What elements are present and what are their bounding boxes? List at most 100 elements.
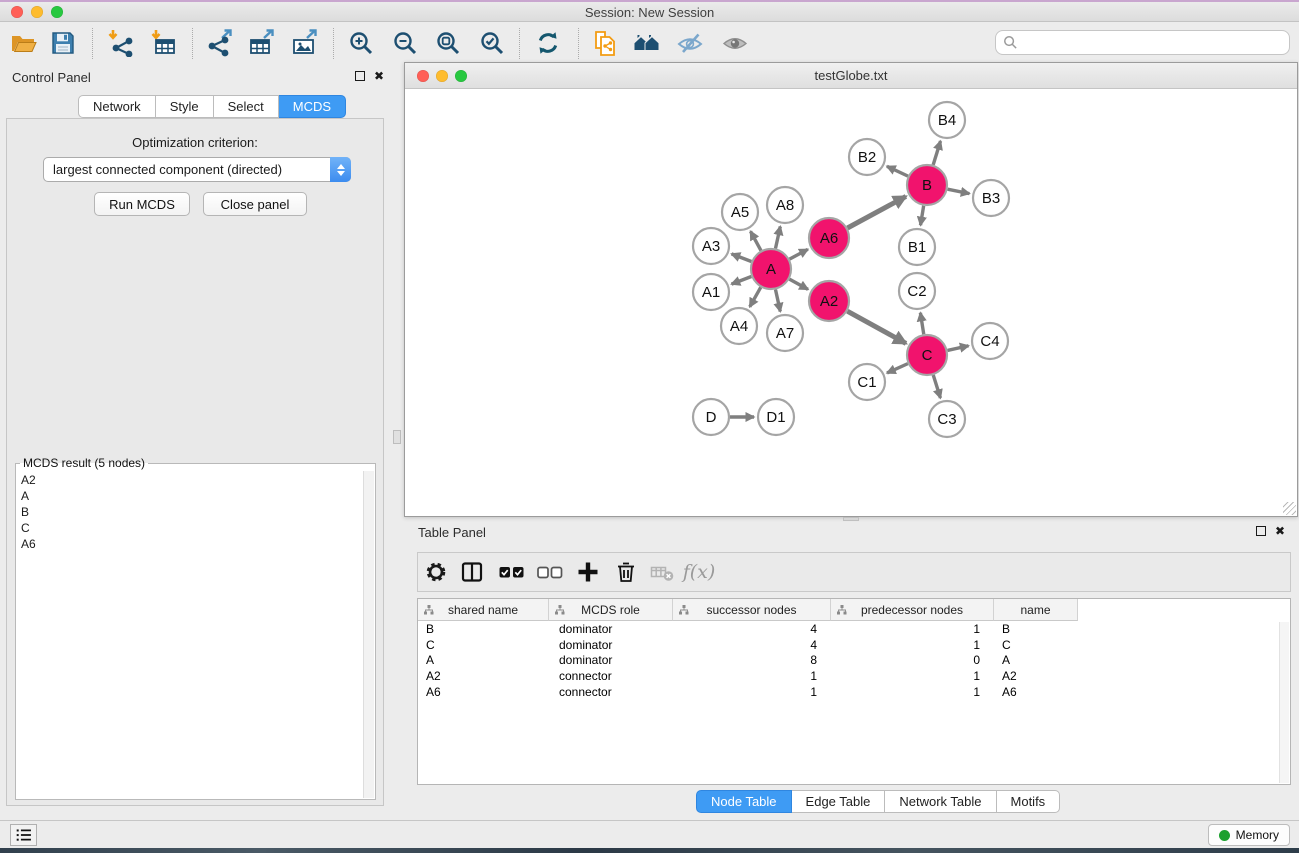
network-documents-icon[interactable] bbox=[590, 28, 620, 58]
graph-edge-A-A4[interactable] bbox=[750, 287, 761, 307]
main-titlebar[interactable]: Session: New Session bbox=[0, 2, 1299, 22]
window-resize-grip[interactable] bbox=[1283, 502, 1296, 515]
tab-edge-table[interactable]: Edge Table bbox=[792, 790, 886, 813]
cell-shared_name[interactable]: B bbox=[418, 622, 549, 636]
column-header-shared-name[interactable]: shared name bbox=[418, 599, 549, 621]
tab-select[interactable]: Select bbox=[214, 95, 279, 118]
table-row[interactable]: Adominator80A bbox=[418, 653, 1290, 669]
task-history-button[interactable] bbox=[10, 824, 37, 846]
cell-successors[interactable]: 8 bbox=[673, 653, 831, 667]
gear-icon[interactable] bbox=[423, 559, 449, 585]
graph-edge-A-A6[interactable] bbox=[790, 249, 808, 259]
criterion-dropdown[interactable]: largest connected component (directed) bbox=[43, 157, 351, 182]
tab-node-table[interactable]: Node Table bbox=[696, 790, 792, 813]
zoom-selected-icon[interactable] bbox=[477, 28, 507, 58]
cell-mcds_role[interactable]: connector bbox=[549, 685, 673, 699]
export-table-icon[interactable] bbox=[246, 28, 276, 58]
graph-edge-B-B3[interactable] bbox=[948, 189, 970, 193]
refresh-icon[interactable] bbox=[533, 28, 563, 58]
graph-edge-A6-B[interactable] bbox=[847, 196, 905, 228]
cell-shared_name[interactable]: C bbox=[418, 638, 549, 652]
cell-name[interactable]: B bbox=[994, 622, 1078, 636]
cell-mcds_role[interactable]: dominator bbox=[549, 653, 673, 667]
splitter-grip[interactable] bbox=[393, 430, 401, 444]
result-scrollbar[interactable] bbox=[363, 471, 374, 798]
graph-edge-A2-C[interactable] bbox=[847, 311, 906, 343]
cell-successors[interactable]: 1 bbox=[673, 685, 831, 699]
cell-name[interactable]: C bbox=[994, 638, 1078, 652]
graph-edge-C-C4[interactable] bbox=[947, 346, 968, 351]
cell-predecessors[interactable]: 1 bbox=[831, 669, 994, 683]
show-all-icon[interactable] bbox=[720, 28, 750, 58]
save-session-icon[interactable] bbox=[48, 28, 78, 58]
close-panel-icon[interactable]: ✖ bbox=[374, 71, 384, 81]
search-field[interactable] bbox=[995, 30, 1290, 55]
cell-shared_name[interactable]: A bbox=[418, 653, 549, 667]
cell-successors[interactable]: 4 bbox=[673, 622, 831, 636]
graph-edge-C-C1[interactable] bbox=[887, 364, 908, 373]
cell-name[interactable]: A6 bbox=[994, 685, 1078, 699]
cell-predecessors[interactable]: 1 bbox=[831, 638, 994, 652]
zoom-fit-icon[interactable] bbox=[433, 28, 463, 58]
cell-shared_name[interactable]: A2 bbox=[418, 669, 549, 683]
graph-edge-B-B2[interactable] bbox=[887, 166, 908, 176]
table-row[interactable]: Cdominator41C bbox=[418, 637, 1290, 653]
search-input[interactable] bbox=[1018, 33, 1289, 53]
graph-edge-A-A2[interactable] bbox=[789, 279, 808, 289]
tab-motifs[interactable]: Motifs bbox=[997, 790, 1061, 813]
column-header-mcds-role[interactable]: MCDS role bbox=[549, 599, 673, 621]
cell-name[interactable]: A2 bbox=[994, 669, 1078, 683]
hide-selected-icon[interactable] bbox=[675, 28, 705, 58]
graph-edge-A-A5[interactable] bbox=[751, 231, 761, 250]
table-row[interactable]: A6connector11A6 bbox=[418, 684, 1290, 700]
network-canvas[interactable]: B4B2BB3A5A8A6B1A3AA1C2A2A4A7C4CC1C3DD1 bbox=[405, 89, 1297, 516]
cell-predecessors[interactable]: 1 bbox=[831, 685, 994, 699]
column-header-predecessor-nodes[interactable]: predecessor nodes bbox=[831, 599, 994, 621]
tab-network-table[interactable]: Network Table bbox=[885, 790, 996, 813]
add-column-icon[interactable] bbox=[575, 559, 601, 585]
float-table-panel-icon[interactable] bbox=[1256, 526, 1266, 536]
select-all-checkboxes-icon[interactable] bbox=[499, 559, 525, 585]
table-scrollbar[interactable] bbox=[1279, 622, 1289, 783]
graph-edge-C-C3[interactable] bbox=[933, 375, 940, 398]
tab-style[interactable]: Style bbox=[156, 95, 214, 118]
zoom-out-icon[interactable] bbox=[390, 28, 420, 58]
cell-predecessors[interactable]: 0 bbox=[831, 653, 994, 667]
cell-successors[interactable]: 4 bbox=[673, 638, 831, 652]
column-header-name[interactable]: name bbox=[994, 599, 1078, 621]
close-table-panel-icon[interactable]: ✖ bbox=[1275, 526, 1285, 536]
mcds-result-list[interactable]: A2ABCA6 bbox=[17, 471, 363, 798]
memory-button[interactable]: Memory bbox=[1208, 824, 1290, 846]
table-row[interactable]: Bdominator41B bbox=[418, 621, 1290, 637]
import-network-icon[interactable] bbox=[105, 28, 135, 58]
delete-column-icon[interactable] bbox=[613, 559, 639, 585]
graph-edge-B-B4[interactable] bbox=[933, 141, 940, 165]
cell-mcds_role[interactable]: dominator bbox=[549, 622, 673, 636]
graph-edge-A-A8[interactable] bbox=[775, 226, 780, 248]
cell-name[interactable]: A bbox=[994, 653, 1078, 667]
graph-edge-A-A7[interactable] bbox=[775, 290, 780, 312]
float-panel-icon[interactable] bbox=[355, 71, 365, 81]
table-row[interactable]: A2connector11A2 bbox=[418, 668, 1290, 684]
cell-mcds_role[interactable]: connector bbox=[549, 669, 673, 683]
deselect-all-checkboxes-icon[interactable] bbox=[537, 559, 563, 585]
cell-shared_name[interactable]: A6 bbox=[418, 685, 549, 699]
network-window-titlebar[interactable]: testGlobe.txt bbox=[405, 63, 1297, 89]
cell-mcds_role[interactable]: dominator bbox=[549, 638, 673, 652]
export-image-icon[interactable] bbox=[289, 28, 319, 58]
import-table-icon[interactable] bbox=[148, 28, 178, 58]
graph-edge-A-A3[interactable] bbox=[732, 254, 752, 262]
vertical-splitter[interactable] bbox=[390, 63, 404, 820]
graph-edge-B-B1[interactable] bbox=[921, 206, 924, 226]
open-session-icon[interactable] bbox=[8, 28, 38, 58]
run-mcds-button[interactable]: Run MCDS bbox=[94, 192, 190, 216]
tab-mcds[interactable]: MCDS bbox=[279, 95, 346, 118]
tab-network[interactable]: Network bbox=[78, 95, 156, 118]
zoom-in-icon[interactable] bbox=[346, 28, 376, 58]
home-view-icon[interactable] bbox=[632, 28, 662, 58]
graph-edge-A-A1[interactable] bbox=[732, 277, 752, 285]
cell-successors[interactable]: 1 bbox=[673, 669, 831, 683]
cell-predecessors[interactable]: 1 bbox=[831, 622, 994, 636]
horizontal-splitter-grip[interactable] bbox=[843, 517, 859, 521]
split-columns-icon[interactable] bbox=[459, 559, 485, 585]
